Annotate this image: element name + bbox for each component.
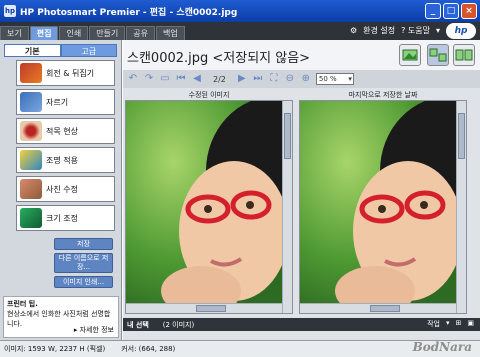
title-bar: hp HP Photosmart Premier - 편집 - 스캔0002.j… <box>0 0 480 22</box>
tip-heading: 프린터 팁. <box>7 300 38 308</box>
compare-icon[interactable]: ▭ <box>159 73 171 85</box>
hp-logo: hp <box>446 23 476 39</box>
lighting-button[interactable]: 조명 적용 <box>16 147 115 173</box>
save-button[interactable]: 저장 <box>54 238 113 250</box>
cursor-position: 커서: (664, 288) <box>121 345 176 353</box>
tab-print[interactable]: 인쇄 <box>59 26 89 40</box>
resize-icon <box>20 208 42 228</box>
fit-icon[interactable]: ⛶ <box>268 73 280 85</box>
right-vertical-scrollbar[interactable] <box>456 101 466 313</box>
right-pane-title: 마지막으로 저장한 날짜 <box>348 91 418 99</box>
tray-label: 내 선택 <box>127 320 149 329</box>
file-header: 스캔0002.jpg <저장되지 않음> <box>123 40 480 70</box>
gear-icon: ⚙ <box>349 26 358 35</box>
saved-image-pane[interactable] <box>299 100 467 314</box>
maximize-button[interactable]: □ <box>443 3 459 19</box>
redo-icon[interactable]: ↷ <box>143 73 155 85</box>
photo-fix-button[interactable]: 사진 수정 <box>16 176 115 202</box>
next-icon[interactable]: ▶ <box>236 73 248 85</box>
crop-icon <box>20 92 42 112</box>
page-counter: 2/2 <box>213 74 226 84</box>
undo-icon[interactable]: ↶ <box>127 73 139 85</box>
left-horizontal-scrollbar[interactable] <box>126 303 282 313</box>
portrait-image <box>300 101 458 305</box>
settings-link[interactable]: 환경 설정 <box>363 25 395 36</box>
watermark: BodNara <box>412 340 472 354</box>
right-horizontal-scrollbar[interactable] <box>300 303 456 313</box>
menu-tab-bar: 보기 편집 인쇄 만들기 공유 백업 ⚙ 환경 설정 ? 도움말 ▾ hp <box>0 22 480 40</box>
photo-fix-icon <box>20 179 42 199</box>
tab-share[interactable]: 공유 <box>126 26 156 40</box>
chevron-down-icon[interactable]: ▾ <box>436 26 440 35</box>
previous-icon[interactable]: ◀ <box>191 73 203 85</box>
window-title: HP Photosmart Premier - 편집 - 스캔0002.jpg <box>20 7 238 18</box>
tray-count: (2 이미지) <box>162 320 195 329</box>
close-button[interactable]: × <box>461 3 477 19</box>
tray-action-menu[interactable]: 작업 <box>427 319 440 329</box>
expand-icon[interactable]: ⊞ <box>456 319 462 329</box>
print-image-button[interactable]: 이미지 인쇄... <box>54 276 113 288</box>
help-link[interactable]: ? 도움말 <box>401 25 430 36</box>
last-page-icon[interactable]: ⏭ <box>252 73 264 85</box>
file-name: 스캔0002.jpg <저장되지 않음> <box>127 51 311 66</box>
red-eye-button[interactable]: 적목 현상 <box>16 118 115 144</box>
image-dimensions: 이미지: 1593 W, 2237 H (픽셀) <box>4 345 106 353</box>
resize-button[interactable]: 크기 조정 <box>16 205 115 231</box>
tab-create[interactable]: 만들기 <box>89 26 126 40</box>
chevron-down-icon[interactable]: ▾ <box>446 319 450 329</box>
left-vertical-scrollbar[interactable] <box>282 101 292 313</box>
left-pane-title: 수정된 이미지 <box>188 91 230 99</box>
first-page-icon[interactable]: ⏮ <box>175 73 187 85</box>
subtab-advanced[interactable]: 고급 <box>60 44 117 57</box>
tab-backup[interactable]: 백업 <box>156 26 185 40</box>
eye-icon <box>20 121 42 141</box>
app-icon: hp <box>4 5 16 17</box>
single-view-icon[interactable] <box>399 44 421 66</box>
maximize-icon[interactable]: ▣ <box>467 319 474 329</box>
zoom-select[interactable]: 50 % <box>315 73 354 85</box>
main-area: 스캔0002.jpg <저장되지 않음> ↶ ↷ ▭ ⏮ ◀ 2/2 ▶ ⏭ ⛶… <box>123 40 480 340</box>
image-toolbar: ↶ ↷ ▭ ⏮ ◀ 2/2 ▶ ⏭ ⛶ ⊖ ⊕ 50 % <box>123 70 480 88</box>
portrait-image <box>126 101 284 305</box>
compare-view-icon[interactable] <box>427 44 449 66</box>
zoom-out-icon[interactable]: ⊖ <box>284 73 296 85</box>
lighting-icon <box>20 150 42 170</box>
rotate-flip-button[interactable]: 회전 & 뒤집기 <box>16 60 115 86</box>
rotate-icon <box>20 63 42 83</box>
minimize-button[interactable]: _ <box>425 3 441 19</box>
more-info-link[interactable]: ▸ 자세한 정보 <box>74 325 114 335</box>
status-bar: 이미지: 1593 W, 2237 H (픽셀) 커서: (664, 288) <box>0 340 480 357</box>
side-by-side-icon[interactable] <box>453 44 475 66</box>
tab-view[interactable]: 보기 <box>0 26 29 40</box>
crop-button[interactable]: 자르기 <box>16 89 115 115</box>
printer-tip: 프린터 팁. 현상소에서 인화한 사진처럼 선명합니다. ▸ 자세한 정보 <box>3 296 119 338</box>
tab-edit[interactable]: 편집 <box>29 26 59 40</box>
edited-image-pane[interactable] <box>125 100 293 314</box>
zoom-in-icon[interactable]: ⊕ <box>300 73 312 85</box>
save-as-button[interactable]: 다른 이름으로 저장... <box>54 253 113 273</box>
selection-tray: 내 선택 (2 이미지) 작업 ▾ ⊞ ▣ <box>123 318 480 331</box>
left-panel: 기본 고급 회전 & 뒤집기 자르기 적목 현상 조명 적용 사진 수정 크기 … <box>0 40 122 340</box>
subtab-basic[interactable]: 기본 <box>4 44 61 57</box>
